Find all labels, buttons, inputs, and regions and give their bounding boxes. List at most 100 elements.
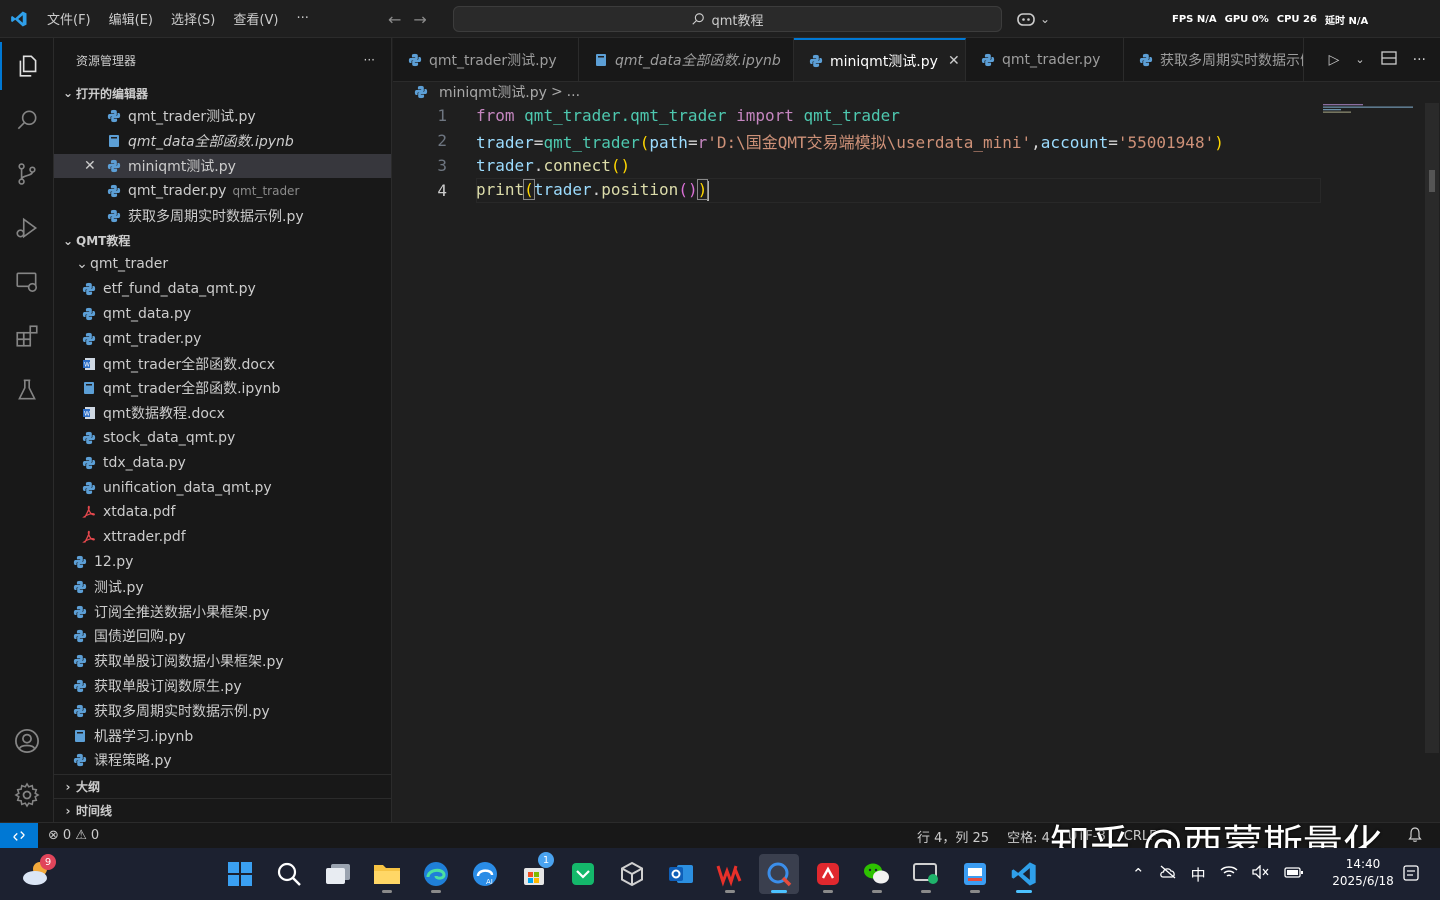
- remote-indicator-icon[interactable]: [0, 822, 38, 849]
- editor-tab[interactable]: qmt_data全部函数.ipynb: [579, 38, 794, 81]
- open-editor-item[interactable]: 获取多周期实时数据示例.py: [54, 203, 391, 228]
- chevron-down-icon[interactable]: ⌄: [1355, 53, 1364, 66]
- taskbar-clock[interactable]: 14:40 2025/6/18: [1328, 856, 1398, 890]
- file-tree-item[interactable]: xttrader.pdf: [54, 525, 391, 550]
- explorer-sidebar: 资源管理器 ··· ⌄ 打开的编辑器 qmt_trader测试.py qmt_da…: [54, 38, 392, 822]
- forward-arrow-icon[interactable]: →: [413, 10, 426, 29]
- file-tree-item[interactable]: 国债逆回购.py: [54, 624, 391, 649]
- more-actions-button[interactable]: ···: [364, 53, 375, 67]
- file-tree-item[interactable]: stock_data_qmt.py: [54, 426, 391, 451]
- testing-icon[interactable]: [0, 366, 54, 414]
- chevron-up-icon[interactable]: ⌃: [1132, 865, 1145, 883]
- search-icon[interactable]: [269, 854, 309, 894]
- qmt-trading-app-icon[interactable]: [759, 854, 799, 894]
- start-menu-icon[interactable]: [220, 854, 260, 894]
- cloud-offline-icon[interactable]: [1159, 865, 1177, 883]
- open-editor-label: qmt_data全部函数.ipynb: [128, 134, 294, 151]
- menu-more[interactable]: ···: [287, 0, 317, 38]
- workspace-header[interactable]: ⌄ QMT教程: [54, 230, 391, 252]
- outlook-icon[interactable]: [661, 854, 701, 894]
- vertical-scrollbar[interactable]: [1425, 103, 1439, 753]
- file-tree-item[interactable]: 测试.py: [54, 574, 391, 599]
- editor-tab[interactable]: qmt_trader.py: [966, 38, 1124, 81]
- battery-icon[interactable]: [1283, 865, 1304, 883]
- microsoft-store-icon[interactable]: 1: [514, 852, 554, 894]
- folder-qmt-trader[interactable]: ⌄ qmt_trader: [54, 252, 391, 277]
- qmt-client-icon[interactable]: [955, 854, 995, 894]
- remote-desktop-icon[interactable]: [906, 854, 946, 894]
- back-arrow-icon[interactable]: ←: [388, 10, 401, 29]
- extensions-icon[interactable]: [0, 312, 54, 360]
- file-tree-item[interactable]: 课程策略.py: [54, 748, 391, 773]
- accounts-icon[interactable]: [0, 717, 54, 765]
- green-app-icon[interactable]: [563, 854, 603, 894]
- task-view-icon[interactable]: [318, 854, 358, 894]
- bell-icon[interactable]: [1408, 827, 1422, 847]
- file-tree-item[interactable]: qmt_trader.py: [54, 326, 391, 351]
- edge-browser-icon[interactable]: [416, 854, 456, 894]
- more-actions-icon[interactable]: ···: [1413, 52, 1426, 68]
- open-editors-header[interactable]: ⌄ 打开的编辑器: [54, 82, 391, 104]
- file-tree-item[interactable]: unification_data_qmt.py: [54, 475, 391, 500]
- minimap[interactable]: [1323, 103, 1418, 123]
- timeline-section[interactable]: › 时间线: [54, 798, 391, 822]
- split-editor-icon[interactable]: [1380, 50, 1397, 69]
- open-editor-item[interactable]: qmt_trader.py qmt_trader: [54, 178, 391, 203]
- file-tree-item[interactable]: 获取多周期实时数据示例.py: [54, 698, 391, 723]
- volume-muted-icon[interactable]: [1251, 864, 1270, 883]
- indentation[interactable]: 空格: 4: [1007, 827, 1050, 846]
- breadcrumb-file[interactable]: miniqmt测试.py: [439, 82, 547, 102]
- outline-section[interactable]: › 大纲: [54, 774, 391, 798]
- menu-selection[interactable]: 选择(S): [162, 0, 224, 38]
- file-tree-item[interactable]: 12.py: [54, 550, 391, 575]
- open-editor-item[interactable]: qmt_data全部函数.ipynb: [54, 129, 391, 154]
- file-tree-item[interactable]: Wqmt_trader全部函数.docx: [54, 351, 391, 376]
- problems-indicator[interactable]: ⊗ 0 ⚠ 0: [48, 828, 99, 843]
- file-tree-item[interactable]: Wqmt数据教程.docx: [54, 401, 391, 426]
- red-app-icon[interactable]: [808, 854, 848, 894]
- wps-office-icon[interactable]: [710, 854, 750, 894]
- file-tree-item[interactable]: etf_fund_data_qmt.py: [54, 277, 391, 302]
- menu-file[interactable]: 文件(F): [38, 0, 100, 38]
- vscode-taskbar-icon[interactable]: [1004, 854, 1044, 894]
- wechat-icon[interactable]: [857, 854, 897, 894]
- code-editor[interactable]: 1 from qmt_trader.qmt_trader import qmt_…: [393, 103, 1440, 822]
- close-icon[interactable]: ✕: [84, 158, 100, 174]
- file-explorer-icon[interactable]: [367, 854, 407, 894]
- menu-edit[interactable]: 编辑(E): [100, 0, 162, 38]
- explorer-icon[interactable]: [0, 42, 54, 90]
- file-tree-item[interactable]: tdx_data.py: [54, 450, 391, 475]
- file-tree-item[interactable]: 机器学习.ipynb: [54, 723, 391, 748]
- cursor-position[interactable]: 行 4，列 25: [917, 827, 989, 846]
- editor-tab[interactable]: miniqmt测试.py ✕: [794, 38, 966, 81]
- editor-tab[interactable]: qmt_trader测试.py: [393, 38, 579, 81]
- scrollbar-thumb[interactable]: [1429, 170, 1435, 192]
- search-icon[interactable]: [0, 96, 54, 144]
- editor-tab[interactable]: 获取多周期实时数据示例: [1124, 38, 1304, 81]
- menu-view[interactable]: 查看(V): [224, 0, 287, 38]
- gear-icon[interactable]: [0, 771, 54, 819]
- close-icon[interactable]: ✕: [948, 53, 960, 69]
- command-center-search[interactable]: qmt教程: [453, 6, 1002, 32]
- weather-widget-icon[interactable]: 9: [20, 854, 56, 892]
- notification-center-icon[interactable]: [1402, 864, 1420, 886]
- unity-app-icon[interactable]: [612, 854, 652, 894]
- file-tree-item[interactable]: qmt_trader全部函数.ipynb: [54, 376, 391, 401]
- wifi-icon[interactable]: [1220, 865, 1238, 883]
- ime-indicator[interactable]: 中: [1191, 864, 1206, 885]
- remote-explorer-icon[interactable]: [0, 258, 54, 306]
- file-tree-item[interactable]: xtdata.pdf: [54, 500, 391, 525]
- run-icon[interactable]: ▷: [1329, 52, 1340, 68]
- file-tree-item[interactable]: qmt_data.py: [54, 302, 391, 327]
- file-name: xttrader.pdf: [103, 529, 186, 546]
- file-tree-item[interactable]: 获取单股订阅数据小果框架.py: [54, 649, 391, 674]
- breadcrumb-symbols[interactable]: ...: [567, 84, 580, 100]
- open-editor-item[interactable]: ✕ miniqmt测试.py: [54, 153, 391, 179]
- file-tree-item[interactable]: 获取单股订阅数原生.py: [54, 674, 391, 699]
- edge-ai-icon[interactable]: AI: [465, 854, 505, 894]
- open-editor-item[interactable]: qmt_trader测试.py: [54, 104, 391, 129]
- source-control-icon[interactable]: [0, 150, 54, 198]
- run-debug-icon[interactable]: [0, 204, 54, 252]
- copilot-menu[interactable]: ⌄: [1016, 0, 1050, 38]
- file-tree-item[interactable]: 订阅全推送数据小果框架.py: [54, 599, 391, 624]
